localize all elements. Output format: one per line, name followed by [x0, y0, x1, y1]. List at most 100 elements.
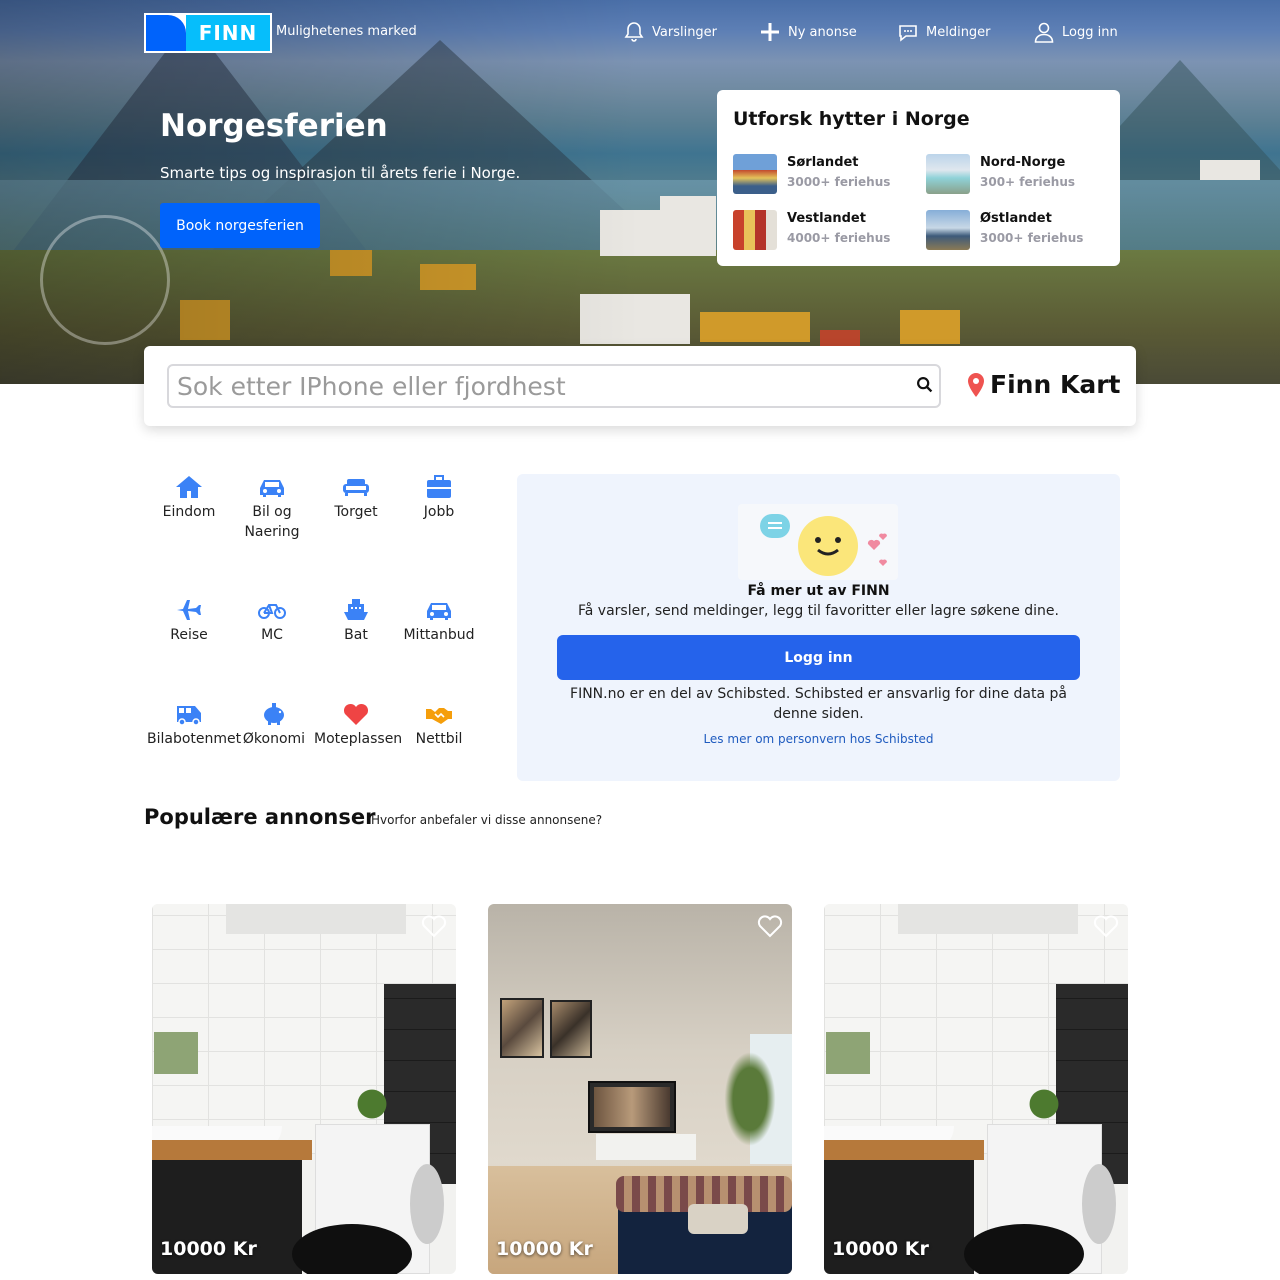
region-vestlandet[interactable]: Vestlandet 4000+ feriehus [733, 210, 903, 250]
nav-messages-label: Meldinger [926, 24, 991, 40]
category-label: Bilabotenmet [147, 731, 242, 747]
category-label: Bil og Naering [244, 504, 300, 540]
ad-photo-detail [1082, 1164, 1116, 1244]
login-button[interactable]: Logg inn [557, 635, 1080, 680]
popular-ads-title: Populære annonser [144, 805, 376, 829]
region-name: Vestlandet [787, 211, 866, 226]
category-bil-og-naering[interactable]: Bil og Naering [230, 474, 314, 542]
category-okonomi[interactable]: Økonomi [232, 701, 316, 749]
plus-icon [761, 23, 779, 41]
book-norgesferien-button[interactable]: Book norgesferien [160, 203, 320, 248]
category-bat[interactable]: Bat [314, 597, 398, 645]
ad-photo-detail [720, 1044, 780, 1154]
region-count: 4000+ feriehus [787, 231, 891, 245]
category-torget[interactable]: Torget [314, 474, 398, 522]
nav-notifications-label: Varslinger [652, 24, 718, 40]
nav-messages[interactable]: Meldinger [896, 18, 991, 46]
region-name: Østlandet [980, 211, 1052, 226]
category-label: MC [261, 627, 283, 643]
finn-logo[interactable]: FINN [144, 13, 272, 53]
login-promo-card: Få mer ut av FINN Få varsler, send meldi… [517, 474, 1120, 781]
nav-new-ad-label: Ny anonse [788, 24, 857, 40]
ad-photo-detail [588, 1081, 676, 1133]
search-input[interactable] [177, 370, 897, 402]
nav-notifications[interactable]: Varslinger [622, 18, 717, 46]
ad-photo-detail [152, 1140, 312, 1160]
van-icon [177, 706, 201, 726]
ad-photo-detail [688, 1204, 748, 1234]
chat-icon [899, 25, 917, 42]
ad-photo-detail [410, 1164, 444, 1244]
explore-cabins-title: Utforsk hytter i Norge [733, 108, 970, 130]
ad-photo-detail [824, 1140, 984, 1160]
region-thumbnail [926, 210, 970, 250]
map-pin-icon [968, 372, 984, 397]
finn-kart-button[interactable]: Finn Kart [964, 370, 1120, 399]
ad-price: 10000 Kr [832, 1238, 929, 1260]
favorite-heart-icon[interactable] [756, 912, 784, 940]
car-icon [427, 603, 451, 620]
category-eindom[interactable]: Eindom [147, 474, 231, 522]
ad-photo-detail [352, 1084, 392, 1124]
region-name: Nord-Norge [980, 155, 1066, 170]
heart-icon [343, 703, 369, 725]
region-count: 300+ feriehus [980, 175, 1076, 189]
category-label: Nettbil [415, 731, 463, 747]
category-label: Eindom [162, 504, 216, 520]
ad-card[interactable]: 10000 Kr [488, 904, 792, 1274]
finn-logo-text: FINN [186, 15, 270, 51]
ad-card[interactable]: 10000 Kr [824, 904, 1128, 1274]
bicycle-icon [258, 604, 286, 619]
region-ostlandet[interactable]: Østlandet 3000+ feriehus [926, 210, 1096, 250]
piggy-bank-icon [264, 703, 284, 725]
ad-photo-detail [826, 1032, 870, 1074]
search-icon[interactable] [914, 374, 936, 396]
nav-new-ad[interactable]: Ny anonse [758, 18, 857, 46]
region-count: 3000+ feriehus [980, 231, 1084, 245]
category-label: Reise [170, 627, 208, 643]
finn-kart-label: Finn Kart [990, 370, 1121, 399]
region-thumbnail [733, 154, 777, 194]
category-label: Mittanbud [403, 627, 475, 643]
ad-photo-detail [550, 1000, 592, 1058]
ad-photo-detail [898, 904, 1078, 934]
ad-photo-detail [500, 998, 544, 1058]
house-icon [176, 476, 202, 498]
login-promo-description: Få varsler, send meldinger, legg til fav… [578, 603, 1059, 619]
favorite-heart-icon[interactable] [1092, 912, 1120, 940]
category-nettbil[interactable]: Nettbil [397, 701, 481, 749]
region-sorlandet[interactable]: Sørlandet 3000+ feriehus [733, 154, 903, 194]
privacy-link[interactable]: Les mer om personvern hos Schibsted [517, 732, 1120, 746]
nav-login-label: Logg inn [1062, 24, 1118, 40]
ship-icon [344, 599, 368, 620]
category-jobb[interactable]: Jobb [397, 474, 481, 522]
ad-card[interactable]: 10000 Kr [152, 904, 456, 1274]
category-label: Jobb [423, 504, 455, 520]
category-mc[interactable]: MC [230, 597, 314, 645]
category-bilabotenmet[interactable]: Bilabotenmet [147, 701, 242, 749]
region-name: Sørlandet [787, 155, 859, 170]
region-count: 3000+ feriehus [787, 175, 891, 189]
bell-icon [624, 22, 644, 42]
ad-photo-detail [154, 1032, 198, 1074]
ad-photo-detail [1024, 1084, 1064, 1124]
login-promo-title: Få mer ut av FINN [747, 583, 890, 599]
region-nord-norge[interactable]: Nord-Norge 300+ feriehus [926, 154, 1096, 194]
sofa-icon [343, 479, 369, 496]
category-reise[interactable]: Reise [147, 597, 231, 645]
region-thumbnail [926, 154, 970, 194]
why-recommended-link[interactable]: Hvorfor anbefaler vi disse annonsene? [371, 813, 602, 827]
favorite-heart-icon[interactable] [420, 912, 448, 940]
category-mittanbud[interactable]: Mittanbud [397, 597, 481, 645]
ad-photo-detail [226, 904, 406, 934]
user-icon [1034, 22, 1054, 43]
hero-title: Norgesferien [160, 108, 388, 144]
plane-icon [177, 600, 201, 620]
nav-login[interactable]: Logg inn [1032, 18, 1118, 46]
norgesferien-stamp-logo [40, 215, 170, 345]
category-label: Bat [344, 627, 368, 643]
region-thumbnail [733, 210, 777, 250]
ad-price: 10000 Kr [496, 1238, 593, 1260]
smiley-illustration [738, 504, 898, 580]
category-moteplassen[interactable]: Moteplassen [314, 701, 402, 749]
